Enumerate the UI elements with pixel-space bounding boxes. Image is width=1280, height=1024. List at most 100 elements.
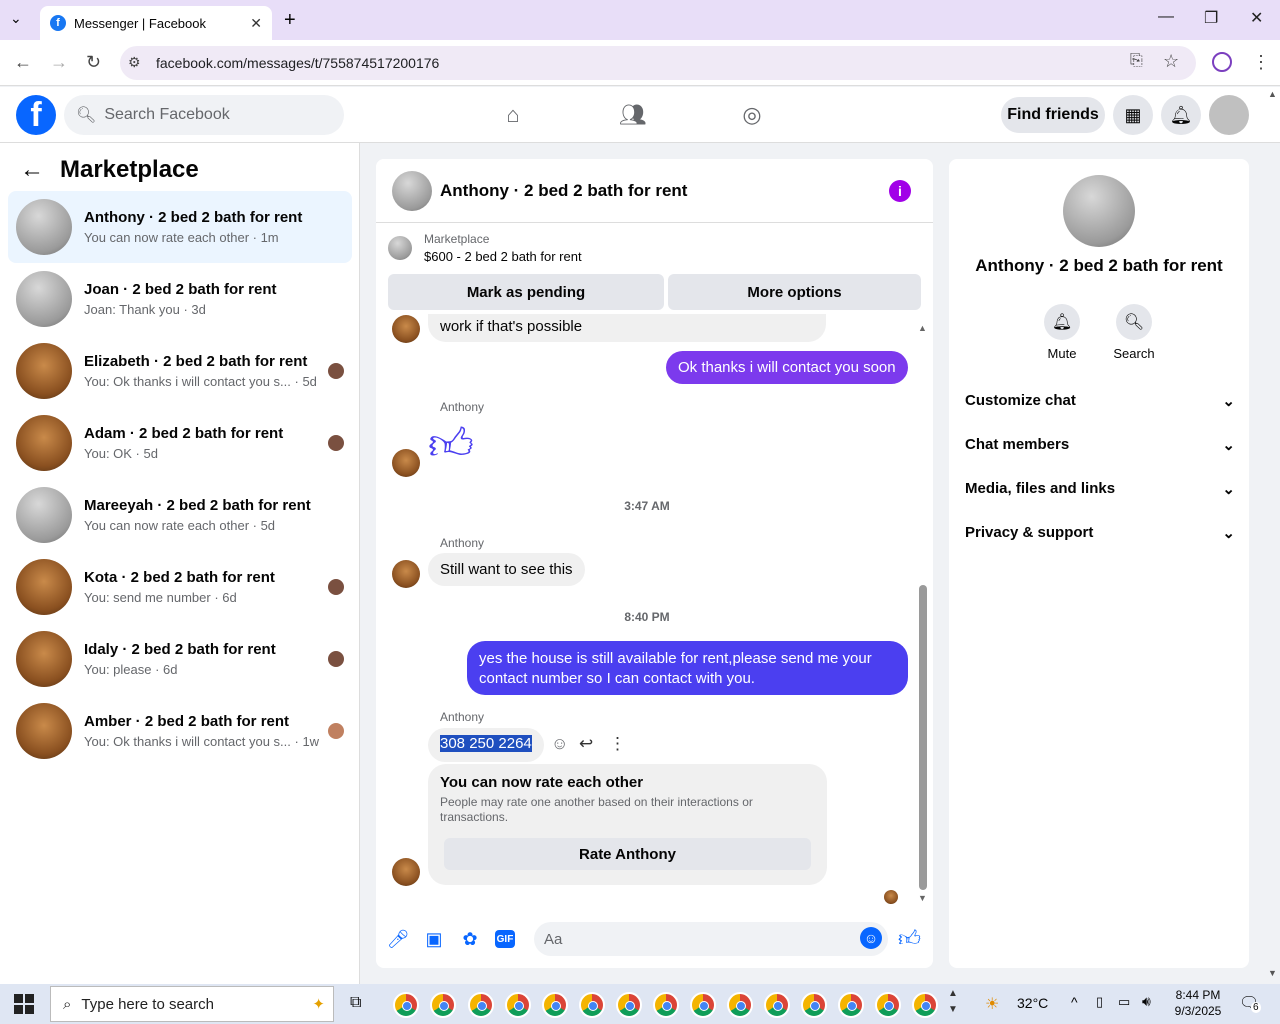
friends-icon[interactable]: 👥︎ (618, 100, 648, 130)
conversation-item[interactable]: Amber · 2 bed 2 bath for rent You: Ok tha… (8, 695, 352, 767)
chrome-taskbar-icon[interactable] (727, 992, 753, 1018)
chat-title[interactable]: Anthony · 2 bed 2 bath for rent (440, 181, 889, 201)
chrome-taskbar-icon[interactable] (430, 992, 456, 1018)
read-receipt-avatar (328, 579, 344, 595)
chat-members-section[interactable]: Chat members ⌄ (965, 436, 1235, 454)
chrome-taskbar-icon[interactable] (393, 992, 419, 1018)
contact-avatar[interactable] (1063, 175, 1135, 247)
message-bubble-incoming[interactable]: work if that's possible (428, 314, 826, 342)
conversation-item[interactable]: Mareeyah · 2 bed 2 bath for rent You can … (8, 479, 352, 551)
info-icon[interactable]: i (889, 179, 911, 202)
restore-icon[interactable]: ❐ (1204, 8, 1218, 28)
microphone-icon[interactable]: 🎤︎ (387, 928, 410, 950)
home-icon[interactable]: ⌂ (498, 100, 528, 130)
network-icon[interactable]: ▭ (1118, 994, 1130, 1010)
page-scroll-down-icon[interactable]: ▼ (1268, 968, 1277, 978)
battery-icon[interactable]: ▯ (1096, 994, 1103, 1010)
temperature[interactable]: 32°C (1017, 995, 1048, 1011)
notifications-bell-icon[interactable]: 🔔︎ (1161, 95, 1201, 135)
minimize-icon[interactable]: — (1158, 8, 1174, 26)
find-friends-button[interactable]: Find friends (1001, 97, 1105, 133)
chrome-taskbar-icon[interactable] (912, 992, 938, 1018)
page-scroll-up-icon[interactable]: ▲ (1268, 89, 1277, 99)
media-files-links-section[interactable]: Media, files and links ⌄ (965, 480, 1235, 498)
more-actions-icon[interactable]: ⋮ (609, 734, 626, 754)
message-bubble-incoming[interactable]: Still want to see this (428, 553, 585, 586)
sticker-icon[interactable]: ✿ (459, 928, 481, 950)
chrome-taskbar-icon[interactable] (690, 992, 716, 1018)
taskbar-search-input[interactable]: ⌕ Type here to search ✦ (50, 986, 334, 1022)
reload-icon[interactable]: ↻ (86, 52, 101, 73)
facebook-search-input[interactable]: 🔍︎ Search Facebook (64, 95, 344, 135)
back-arrow-icon[interactable]: ← (14, 52, 32, 73)
chrome-taskbar-icon[interactable] (468, 992, 494, 1018)
facebook-favicon-icon: f (50, 15, 66, 31)
gif-icon[interactable]: GIF (495, 930, 515, 948)
reply-icon[interactable]: ↩ (579, 734, 593, 754)
windows-start-icon[interactable] (14, 994, 34, 1014)
chrome-taskbar-icon[interactable] (653, 992, 679, 1018)
taskbar-overflow-icon[interactable]: ▲ ▼ (948, 986, 958, 1018)
conversation-item[interactable]: Joan · 2 bed 2 bath for rent Joan: Thank … (8, 263, 352, 335)
menu-grid-icon[interactable]: ▦ (1113, 95, 1153, 135)
taskbar-clock[interactable]: 8:44 PM 9/3/2025 (1166, 987, 1230, 1019)
message-input[interactable]: Aa (534, 922, 888, 956)
search-conversation-button[interactable]: 🔍︎ Search (1104, 304, 1164, 361)
message-bubble-outgoing[interactable]: Ok thanks i will contact you soon (666, 351, 908, 384)
account-avatar[interactable] (1209, 95, 1249, 135)
conversation-item[interactable]: Elizabeth · 2 bed 2 bath for rent You: Ok… (8, 335, 352, 407)
conversation-item[interactable]: Idaly · 2 bed 2 bath for rent You: please… (8, 623, 352, 695)
close-window-icon[interactable]: ✕ (1250, 8, 1263, 28)
scrollbar-thumb[interactable] (919, 585, 927, 890)
message-bubble-incoming[interactable]: 308 250 2264 (428, 728, 544, 762)
chrome-taskbar-icon[interactable] (505, 992, 531, 1018)
thumbs-up-sticker-icon[interactable]: 👍︎ (428, 420, 474, 470)
more-options-button[interactable]: More options (668, 274, 921, 310)
tab-search-icon[interactable]: ⌄ (10, 10, 22, 27)
weather-icon[interactable]: ☀ (985, 994, 999, 1014)
like-thumb-icon[interactable]: 👍︎ (898, 925, 921, 952)
profile-icon[interactable] (1212, 52, 1232, 72)
address-bar[interactable]: facebook.com/messages/t/755874517200176 (120, 46, 1196, 80)
rate-anthony-button[interactable]: Rate Anthony (444, 838, 811, 870)
hidden-icons-chevron-icon[interactable]: ^ (1071, 994, 1078, 1010)
volume-icon[interactable]: 🔊︎ (1142, 993, 1151, 1010)
conversation-preview: You: Ok thanks i will contact you s... ·… (84, 374, 317, 389)
emoji-icon[interactable]: ☺ (860, 927, 882, 949)
mute-button[interactable]: 🔔︎ Mute (1032, 304, 1092, 361)
listing-label: Marketplace (424, 232, 490, 246)
task-view-icon[interactable]: ⧉ (350, 994, 361, 1012)
message-bubble-outgoing[interactable]: yes the house is still available for ren… (467, 641, 908, 695)
scroll-up-icon[interactable]: ▲ (918, 323, 927, 333)
photo-icon[interactable]: ▣ (423, 928, 445, 950)
groups-icon[interactable]: ◎ (737, 100, 767, 130)
browser-menu-icon[interactable]: ⋮ (1252, 52, 1270, 73)
chrome-taskbar-icon[interactable] (838, 992, 864, 1018)
conversation-item[interactable]: Anthony · 2 bed 2 bath for rent You can n… (8, 191, 352, 263)
conversation-item[interactable]: Kota · 2 bed 2 bath for rent You: send me… (8, 551, 352, 623)
customize-chat-section[interactable]: Customize chat ⌄ (965, 392, 1235, 410)
back-arrow-icon[interactable]: ← (20, 156, 44, 184)
chat-avatar[interactable] (392, 170, 432, 211)
bookmark-star-icon[interactable]: ☆ (1163, 51, 1179, 72)
chrome-taskbar-icon[interactable] (616, 992, 642, 1018)
forward-arrow-icon[interactable]: → (50, 52, 68, 73)
privacy-support-section[interactable]: Privacy & support ⌄ (965, 524, 1235, 542)
new-tab-icon[interactable]: + (284, 9, 296, 32)
chrome-taskbar-icon[interactable] (801, 992, 827, 1018)
install-icon[interactable]: ⎘ (1130, 52, 1143, 70)
scroll-down-icon[interactable]: ▼ (918, 893, 927, 903)
browser-tab[interactable]: f Messenger | Facebook ✕ (40, 6, 272, 40)
mark-as-pending-button[interactable]: Mark as pending (388, 274, 664, 310)
conversation-item[interactable]: Adam · 2 bed 2 bath for rent You: OK · 5d (8, 407, 352, 479)
chrome-taskbar-icon[interactable] (764, 992, 790, 1018)
chevron-down-icon: ⌄ (1222, 437, 1235, 454)
chrome-taskbar-icon[interactable] (579, 992, 605, 1018)
close-tab-icon[interactable]: ✕ (250, 15, 262, 32)
facebook-logo-icon[interactable]: f (16, 95, 56, 135)
listing-summary[interactable]: Marketplace $600 - 2 bed 2 bath for rent (388, 232, 582, 264)
site-info-icon[interactable]: ⚙ (128, 54, 141, 71)
chrome-taskbar-icon[interactable] (542, 992, 568, 1018)
react-emoji-icon[interactable]: ☺ (551, 734, 568, 754)
chrome-taskbar-icon[interactable] (875, 992, 901, 1018)
